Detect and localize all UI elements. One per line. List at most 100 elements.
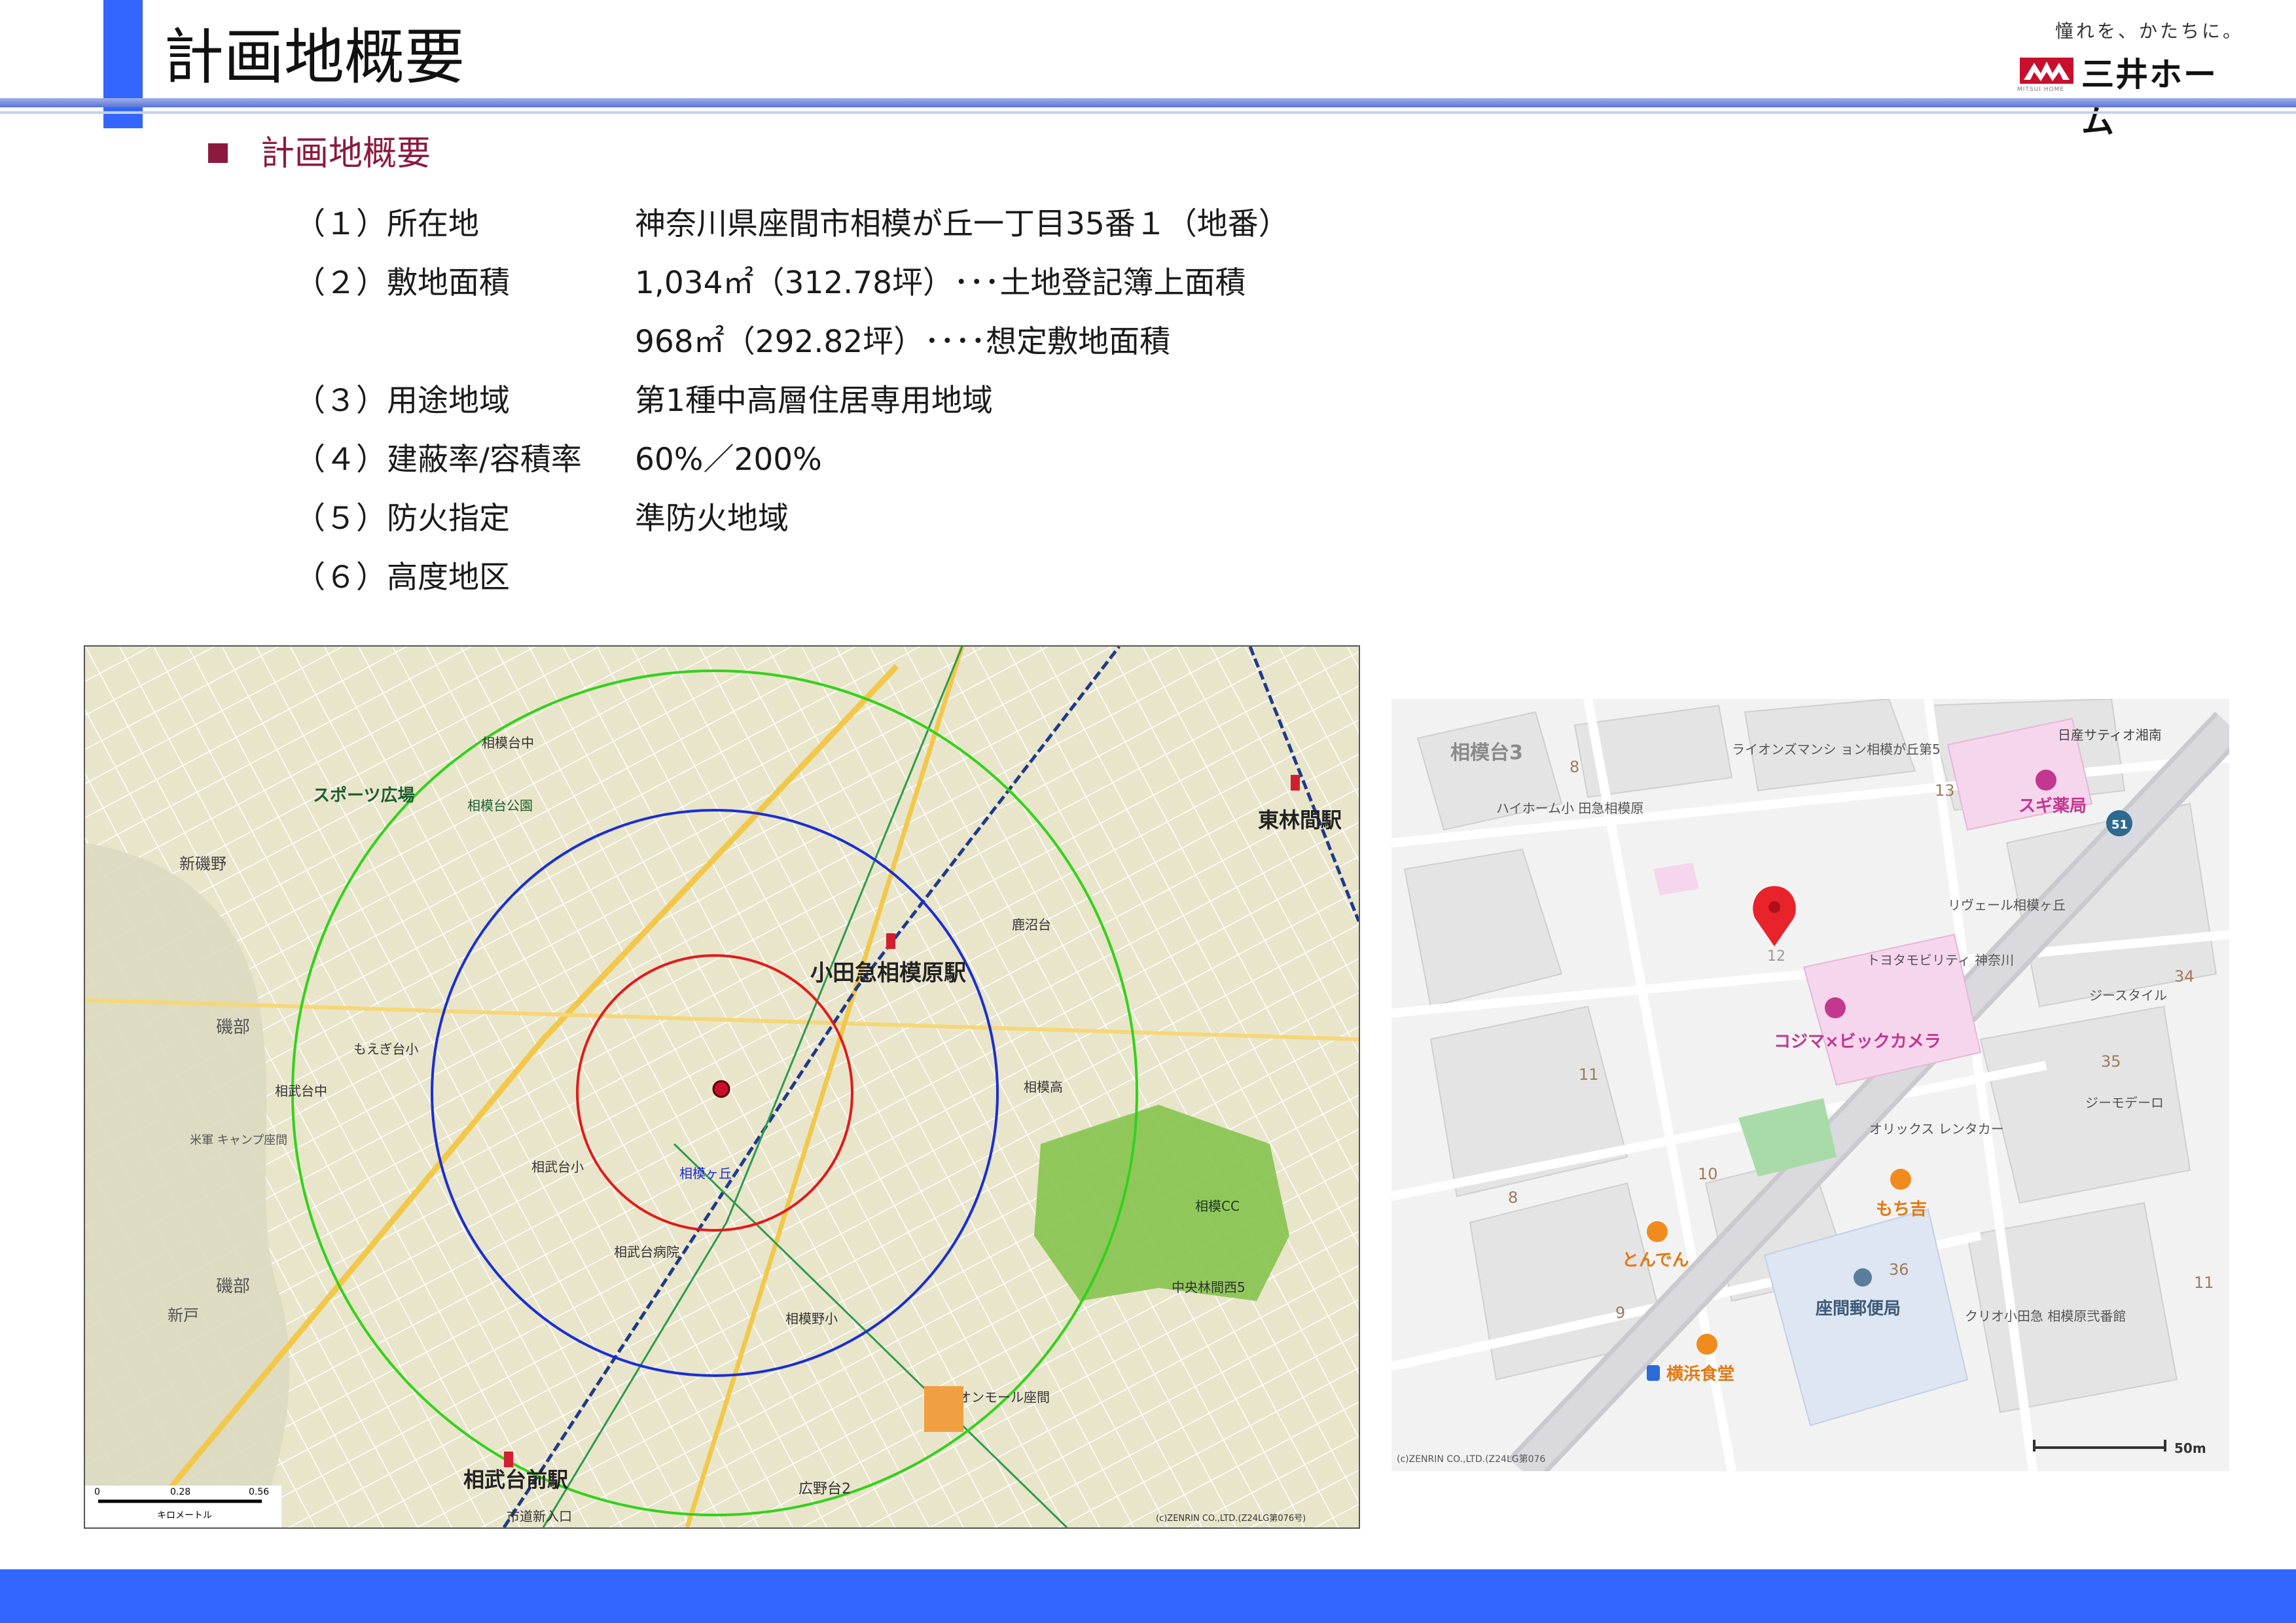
brand-logo: 憧れを、かたちに。 MITSUI HOME 三井ホーム <box>2008 17 2244 141</box>
area-map-canvas: 小田急相模原駅 相武台前駅 東林間駅 スポーツ広場 新磯野 磯部 磯部 新戸 米… <box>85 647 1359 1527</box>
station-marker-icon <box>504 1452 513 1467</box>
school-label: 鹿沼台 <box>1012 917 1051 933</box>
poi-label: ジーモデーロ <box>2085 1095 2164 1111</box>
lot-number: 11 <box>1579 1065 1599 1084</box>
food-icon[interactable] <box>1890 1169 1911 1190</box>
section-heading: 計画地概要 <box>208 126 431 175</box>
footer-bar <box>0 1569 2296 1623</box>
area-label: 新磯野 <box>179 855 226 873</box>
overview-list: （１）所在地 神奈川県座間市相模が丘一丁目35番１（地番） （２）敷地面積 1,… <box>295 195 1289 607</box>
bus-stop-icon[interactable] <box>1647 1365 1660 1381</box>
lot-number: 36 <box>1889 1260 1909 1279</box>
header-divider-thin <box>0 111 2296 114</box>
lot-number: 9 <box>1615 1304 1625 1322</box>
poi-label: クリオ小田急 相模原弐番館 <box>1965 1308 2126 1324</box>
station-marker-icon <box>886 933 895 949</box>
area-label: 磯部 <box>216 1277 250 1296</box>
overview-value: 神奈川県座間市相模が丘一丁目35番１（地番） <box>635 206 1289 242</box>
school-label: 相模台中 <box>482 735 534 751</box>
poi-label: ハイホーム小 田急相模原 <box>1496 800 1643 816</box>
lot-number: 10 <box>1698 1165 1718 1183</box>
overview-value: 968㎡（292.82坪）････想定敷地面積 <box>635 324 1171 360</box>
poi-label: スギ薬局 <box>2018 796 2087 816</box>
place-label: 相模ヶ丘 <box>679 1166 732 1181</box>
overview-label: （６）高度地区 <box>295 560 510 596</box>
scale-tick-label: 0.56 <box>249 1487 269 1497</box>
header-accent-bar <box>103 0 143 128</box>
place-label: 市道新入口 <box>507 1508 572 1524</box>
lot-number: 8 <box>1508 1188 1518 1207</box>
overview-row-site-area-assumed: 968㎡（292.82坪）････想定敷地面積 <box>295 313 1289 372</box>
area-label: 米軍 キャンプ座間 <box>190 1133 287 1147</box>
poi-label: コジマ×ビックカメラ <box>1774 1032 1941 1052</box>
poi-label: オリックス レンタカー <box>1869 1121 2004 1137</box>
overview-row-location: （１）所在地 神奈川県座間市相模が丘一丁目35番１（地番） <box>295 195 1289 254</box>
lot-number: 11 <box>2194 1274 2214 1292</box>
detail-map-canvas: 12 相模台3 8 ライオンズマンシ ョン相模が丘第5 13 スギ薬局 日産サテ… <box>1391 699 2229 1471</box>
poi-label: ライオンズマンシ ョン相模が丘第5 <box>1732 741 1941 757</box>
station-label: 小田急相模原駅 <box>810 960 966 986</box>
overview-label: （１）所在地 <box>295 206 479 242</box>
poi-label: 横浜食堂 <box>1666 1364 1734 1384</box>
food-icon[interactable] <box>1696 1334 1717 1355</box>
lot-number: 8 <box>1570 758 1579 776</box>
poi-label: トヨタモビリティ 神奈川 <box>1867 952 2014 968</box>
brand-tagline: 憧れを、かたちに。 <box>2054 20 2244 42</box>
mitsui-home-mark-icon <box>2020 58 2073 84</box>
header-divider <box>0 98 2296 107</box>
park-label: 相模台公園 <box>467 798 533 813</box>
pharmacy-icon[interactable] <box>2036 770 2056 791</box>
overview-value: 準防火地域 <box>635 501 789 537</box>
site-marker-icon[interactable] <box>712 1080 730 1098</box>
brand-sub: MITSUI HOME <box>2017 86 2065 93</box>
detail-map[interactable]: 12 相模台3 8 ライオンズマンシ ョン相模が丘第5 13 スギ薬局 日産サテ… <box>1391 699 2229 1471</box>
overview-row-height-district: （６）高度地区 <box>295 548 1289 607</box>
area-label: 中央林間西5 <box>1172 1279 1246 1295</box>
overview-value: 第1種中高層住居専用地域 <box>635 383 993 419</box>
food-icon[interactable] <box>1647 1221 1668 1242</box>
overview-row-site-area: （２）敷地面積 1,034㎡（312.78坪）･･･土地登記簿上面積 <box>295 254 1289 313</box>
overview-row-coverage-ratio: （４）建蔽率/容積率 60%／200% <box>295 431 1289 490</box>
lot-number: 34 <box>2174 967 2195 986</box>
shopping-icon[interactable] <box>1825 997 1846 1018</box>
area-label: 広野台2 <box>798 1481 851 1497</box>
mall-marker-icon <box>924 1386 963 1432</box>
school-label: 相武台中 <box>275 1083 327 1099</box>
golf-label: 相模CC <box>1195 1198 1240 1214</box>
route-number: 51 <box>2111 818 2128 832</box>
overview-value: 1,034㎡（312.78坪）･･･土地登記簿上面積 <box>635 265 1246 301</box>
map-credit: (c)ZENRIN CO.,LTD.(Z24LG第076 <box>1397 1454 1545 1465</box>
brand-name: 三井ホーム <box>2081 56 2217 141</box>
station-label: 東林間駅 <box>1258 808 1342 832</box>
square-bullet-icon <box>208 143 228 163</box>
station-marker-icon <box>1291 775 1300 791</box>
page-title: 計画地概要 <box>164 22 465 92</box>
post-office-icon[interactable] <box>1854 1268 1872 1287</box>
lot-number: 13 <box>1935 781 1955 800</box>
scale-tick-label: 0.28 <box>170 1487 190 1497</box>
lot-number: 35 <box>2101 1052 2121 1071</box>
school-label: 相武台小 <box>531 1159 584 1175</box>
station-label: 相武台前駅 <box>463 1467 568 1492</box>
school-label: もえぎ台小 <box>353 1041 418 1057</box>
poi-label: 日産サティオ湘南 <box>2058 727 2162 743</box>
scale-label: 50m <box>2174 1440 2206 1456</box>
location-pin-dot <box>1768 901 1780 913</box>
map-credit: (c)ZENRIN CO.,LTD.(Z24LG第076号) <box>1156 1514 1306 1524</box>
scale-tick-label: 0 <box>94 1487 100 1497</box>
overview-label <box>295 313 635 372</box>
poi-label: とんでん <box>1622 1251 1689 1270</box>
hospital-label: 相武台病院 <box>614 1244 679 1260</box>
poi-label: もち吉 <box>1876 1200 1927 1219</box>
lot-number: 12 <box>1767 948 1785 965</box>
area-label: 磯部 <box>216 1018 250 1037</box>
poi-label: 座間郵便局 <box>1816 1298 1901 1319</box>
scale-unit-label: キロメートル <box>157 1510 212 1521</box>
overview-label: （３）用途地域 <box>295 383 510 419</box>
school-label: 相模野小 <box>785 1311 838 1327</box>
overview-label: （５）防火指定 <box>295 501 510 537</box>
school-label: 相模高 <box>1024 1079 1063 1095</box>
area-label: 相模台3 <box>1450 741 1523 764</box>
area-map[interactable]: 小田急相模原駅 相武台前駅 東林間駅 スポーツ広場 新磯野 磯部 磯部 新戸 米… <box>84 645 1360 1529</box>
overview-row-zoning: （３）用途地域 第1種中高層住居専用地域 <box>295 372 1289 431</box>
